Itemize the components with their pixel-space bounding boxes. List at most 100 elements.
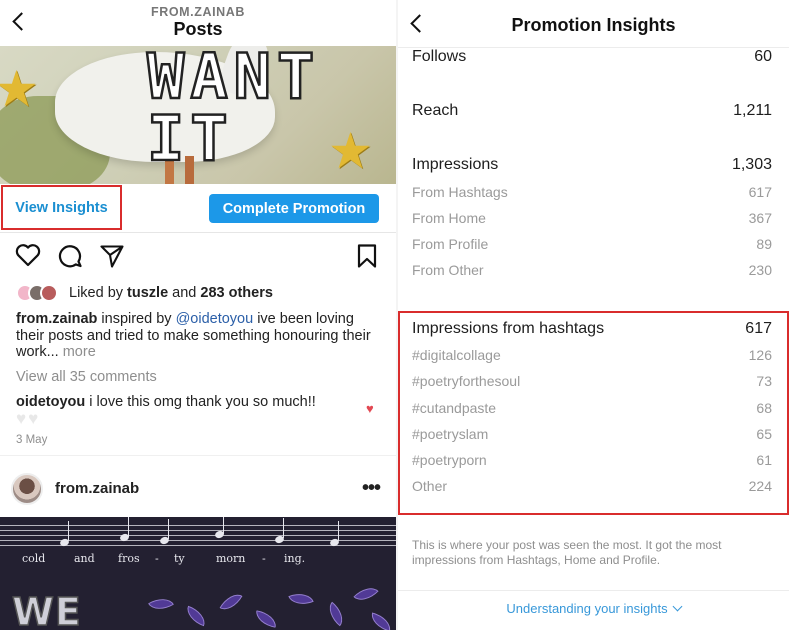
metric-label: Follows xyxy=(412,48,467,65)
follows-row: Follows 60 xyxy=(412,48,772,68)
likes-count[interactable]: 283 others xyxy=(200,285,273,301)
image-leaf xyxy=(288,588,314,610)
posts-panel: FROM.ZAINAB Posts WANT IT ★ ★ View Insig… xyxy=(0,0,396,630)
page-title: Promotion Insights xyxy=(511,15,676,35)
comment: oidetoyou i love this omg thank you so m… xyxy=(16,394,356,411)
metric-label: Impressions xyxy=(412,156,499,173)
post-image[interactable]: WANT IT ★ ★ xyxy=(0,46,396,184)
post-caption: from.zainab inspired by @oidetoyou ive b… xyxy=(16,311,384,361)
caption-mention[interactable]: @oidetoyou xyxy=(176,311,254,327)
complete-promotion-button[interactable]: Complete Promotion xyxy=(209,194,379,223)
image-leaf xyxy=(253,610,279,628)
likes-joiner: and xyxy=(168,285,201,301)
image-leaf xyxy=(368,612,394,630)
breakdown-value: 617 xyxy=(748,184,772,200)
hashtag-label: #cutandpaste xyxy=(412,400,497,416)
caption-text: inspired by xyxy=(97,311,176,327)
lyric-word: fros xyxy=(118,552,140,565)
hashtag-value: 61 xyxy=(756,452,772,468)
hashtag-label: #poetryslam xyxy=(412,426,489,442)
hashtag-label: Other xyxy=(412,478,448,494)
breakdown-value: 230 xyxy=(748,262,772,278)
impressions-breakdown-row: From Profile 89 xyxy=(412,236,772,256)
view-all-comments-link[interactable]: View all 35 comments xyxy=(16,369,157,385)
comment-icon[interactable] xyxy=(57,243,83,269)
metric-value: 617 xyxy=(745,320,772,337)
staff-line xyxy=(0,530,396,531)
image-leaf xyxy=(323,601,349,627)
likes-text: Liked by tuszle and 283 others xyxy=(69,285,273,301)
hashtag-row: #poetryforthesoul 73 xyxy=(412,373,772,393)
lyric-word: ing. xyxy=(284,552,306,565)
promotion-insights-panel: Promotion Insights Follows 60 Reach 1,21… xyxy=(398,0,789,630)
insights-footnote: This is where your post was seen the mos… xyxy=(412,538,722,567)
lyric-word: ty xyxy=(174,552,185,565)
view-insights-button[interactable]: View Insights xyxy=(1,185,122,230)
comment-emoji: ♥ ♥ xyxy=(16,409,40,428)
comment-username[interactable]: oidetoyou xyxy=(16,394,85,410)
avatar[interactable] xyxy=(11,473,43,505)
avatar xyxy=(40,284,58,302)
bookmark-icon[interactable] xyxy=(356,243,378,269)
likes-summary[interactable]: Liked by tuszle and 283 others xyxy=(16,284,386,302)
note-stem xyxy=(168,519,170,539)
caption-username[interactable]: from.zainab xyxy=(16,311,97,327)
lyric-word: - xyxy=(155,552,159,565)
note-stem xyxy=(68,521,70,541)
post-image[interactable]: cold and fros - ty morn - ing. WE xyxy=(0,517,396,630)
breakdown-label: From Hashtags xyxy=(412,184,508,200)
likes-prefix: Liked by xyxy=(69,285,128,301)
metric-value: 1,303 xyxy=(731,156,772,173)
comment-text: i love this omg thank you so much!! xyxy=(85,394,316,410)
lyric-word: and xyxy=(74,552,95,565)
heart-icon[interactable] xyxy=(15,243,41,267)
hashtag-row: Other 224 xyxy=(412,478,772,498)
note-stem xyxy=(223,517,225,534)
star-sticker: ★ xyxy=(328,123,373,179)
header-username: FROM.ZAINAB xyxy=(150,5,246,19)
metric-value: 60 xyxy=(754,48,772,65)
image-leaf xyxy=(219,588,243,616)
understanding-insights-label: Understanding your insights xyxy=(506,601,668,616)
liker-username[interactable]: tuszle xyxy=(127,285,168,301)
image-leaf xyxy=(353,581,379,607)
impressions-breakdown-row: From Hashtags 617 xyxy=(412,184,772,204)
lyric-word: - xyxy=(262,552,266,565)
breakdown-label: From Profile xyxy=(412,236,489,252)
caption-more-link[interactable]: more xyxy=(59,344,96,360)
hashtag-label: #poetryporn xyxy=(412,452,487,468)
divider xyxy=(0,232,396,233)
posts-header: FROM.ZAINAB Posts xyxy=(0,0,396,46)
metric-label: Impressions from hashtags xyxy=(412,320,605,337)
chevron-down-icon xyxy=(672,601,683,612)
hashtag-value: 68 xyxy=(756,400,772,416)
liker-avatars xyxy=(16,284,66,302)
impressions-breakdown-row: From Other 230 xyxy=(412,262,772,282)
white-heart-emoji: ♥ xyxy=(28,409,39,428)
divider xyxy=(0,455,396,456)
divider xyxy=(398,590,789,591)
note-stem xyxy=(283,518,285,538)
breakdown-value: 367 xyxy=(748,210,772,226)
metric-label: Reach xyxy=(412,102,459,119)
breakdown-label: From Other xyxy=(412,262,484,278)
post-username[interactable]: from.zainab xyxy=(55,480,139,497)
note-stem xyxy=(128,517,130,537)
image-word: WE xyxy=(11,590,82,630)
reach-row: Reach 1,211 xyxy=(412,102,772,122)
hashtag-label: #digitalcollage xyxy=(412,347,501,363)
more-icon[interactable]: ••• xyxy=(362,478,381,498)
comment-liked-heart-icon[interactable]: ♥ xyxy=(366,402,374,415)
image-leaf xyxy=(183,605,209,627)
impressions-breakdown-row: From Home 367 xyxy=(412,210,772,230)
note-stem xyxy=(338,521,340,541)
hashtag-value: 126 xyxy=(748,347,772,363)
staff-line xyxy=(0,525,396,526)
share-icon[interactable] xyxy=(99,243,125,269)
understanding-insights-link[interactable]: Understanding your insights xyxy=(398,601,789,616)
breakdown-value: 89 xyxy=(756,236,772,252)
lyric-word: cold xyxy=(22,552,46,565)
metric-value: 1,211 xyxy=(733,102,772,119)
hashtag-impressions-row: Impressions from hashtags 617 xyxy=(412,320,772,340)
staff-line xyxy=(0,535,396,536)
